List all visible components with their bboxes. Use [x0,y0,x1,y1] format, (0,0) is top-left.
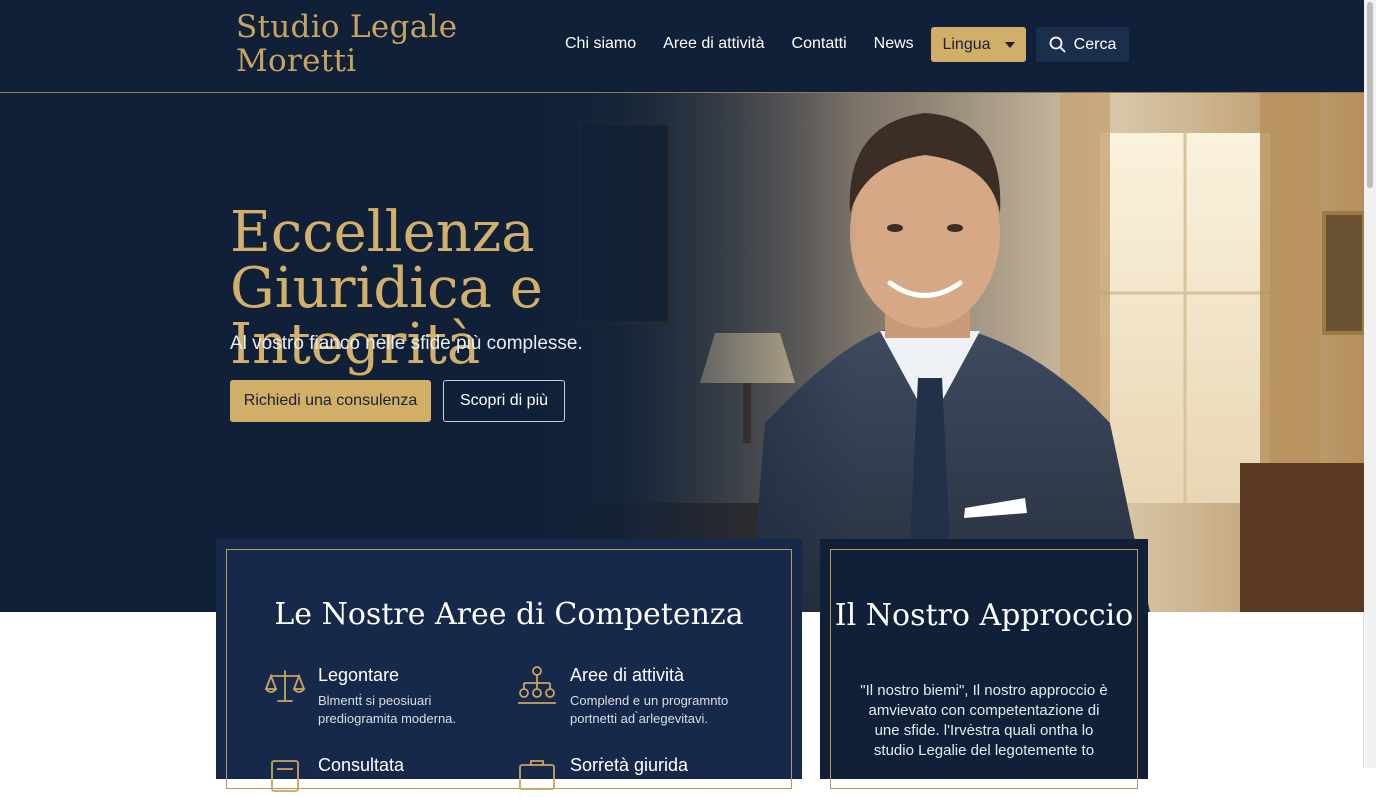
site-logo[interactable]: Studio Legale Moretti [236,10,466,78]
search-button-label: Cerca [1073,35,1117,53]
search-icon [1049,36,1066,53]
caret-down-icon [1004,41,1015,48]
search-button[interactable]: Cerca [1036,27,1129,62]
practice-areas-title: Le Nostre Aree di Competenza [274,597,744,632]
service-title: Consultata [318,755,405,775]
language-button-label: Lingua [942,35,991,53]
service-title: Aree di attività [570,665,685,685]
service-title: Legontare [318,665,400,685]
document-icon [271,760,299,792]
approach-quote: "Il nostro biemi", Il nostro approccio è… [860,682,1108,759]
hero-subtitle: Al vostro fianco nelle sfide più comples… [230,333,583,354]
service-description: Complend e un programnto portnetti ad ̀a… [570,693,729,726]
nav-contatti[interactable]: Contatti [792,34,847,54]
card-border [226,549,792,789]
nav-aree-di-attivita[interactable]: Aree di attività [663,34,764,54]
scales-icon [264,670,306,702]
request-consultation-button[interactable]: Richiedi una consulenza [230,380,431,422]
scrollbar-thumb[interactable] [1367,2,1373,188]
practice-areas-card: Le Nostre Aree di Competenza Legontare B… [216,539,802,792]
approach-title: Il Nostro Approccio [834,598,1134,633]
learn-more-button[interactable]: Scopri di più [443,380,565,422]
approach-card: Il Nostro Approccio "Il nostro biemi", I… [820,539,1148,789]
language-button[interactable]: Lingua [931,27,1026,62]
page-scrollbar[interactable] [1363,0,1376,768]
hero-section: Eccellenza Giuridica e Integrità Al vost… [0,93,1364,612]
hierarchy-icon [518,666,556,704]
nav-chi-siamo[interactable]: Chi siamo [565,34,636,54]
main-nav: Chi siamo Aree di attività Contatti News [565,34,914,54]
service-description: Blmentṫ si peosiuari prediogramita mode… [318,693,457,726]
site-header: Studio Legale Moretti Chi siamo Aree di … [0,0,1364,93]
service-title: Sorṙetà giurida [570,755,689,775]
briefcase-icon [519,760,555,790]
nav-news[interactable]: News [874,34,914,54]
